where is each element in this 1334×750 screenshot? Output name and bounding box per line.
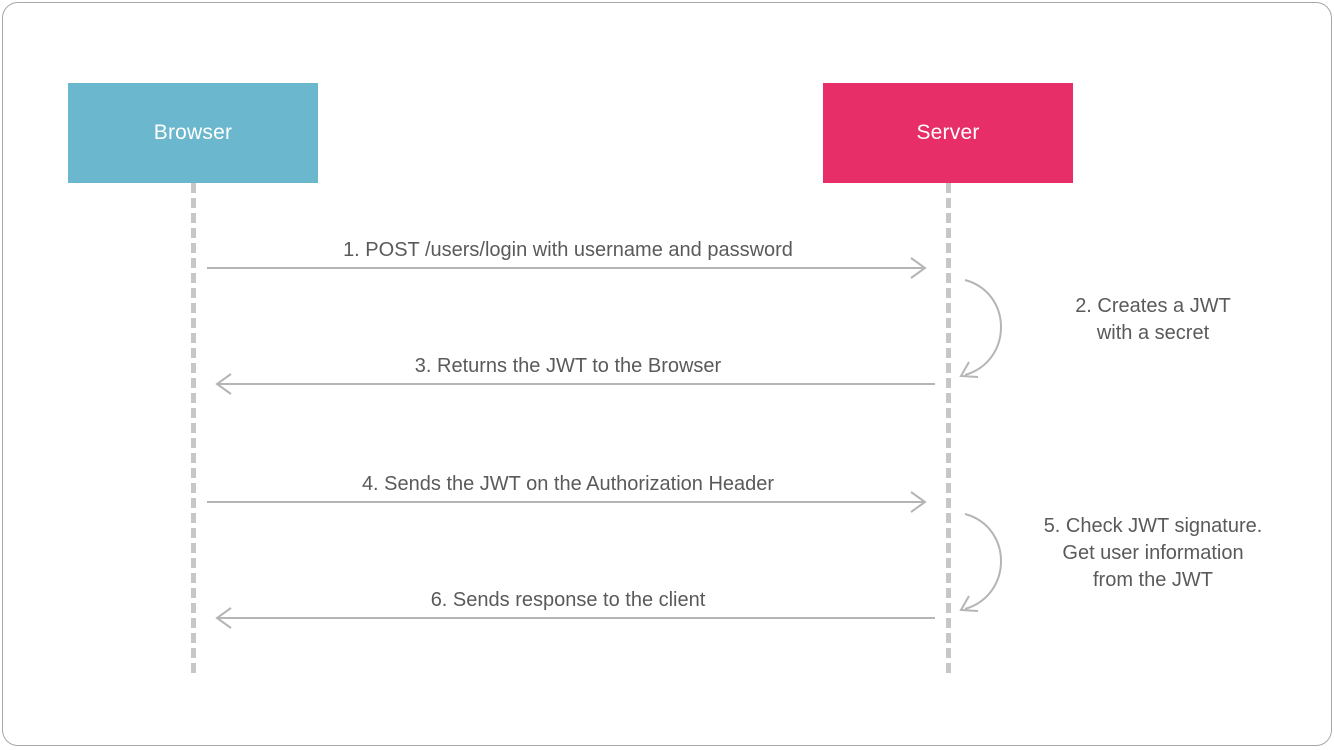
participant-server-label: Server [916, 121, 979, 145]
participant-browser: Browser [68, 83, 318, 183]
lifeline-browser [191, 183, 196, 673]
diagram-frame: Browser Server 1. POST /users/login with… [2, 2, 1332, 746]
participant-server: Server [823, 83, 1073, 183]
participant-browser-label: Browser [154, 121, 232, 145]
message-step4-label: 4. Sends the JWT on the Authorization He… [198, 473, 938, 496]
message-step1-label: 1. POST /users/login with username and p… [198, 239, 938, 262]
message-step5-label: 5. Check JWT signature.Get user informat… [1018, 513, 1288, 594]
message-step6-label: 6. Sends response to the client [198, 589, 938, 612]
lifeline-server [946, 183, 951, 673]
message-step2-label: 2. Creates a JWTwith a secret [1018, 293, 1288, 347]
message-step3-label: 3. Returns the JWT to the Browser [198, 355, 938, 378]
arrow-step2-self [961, 280, 1001, 377]
arrow-step5-self [961, 514, 1001, 611]
